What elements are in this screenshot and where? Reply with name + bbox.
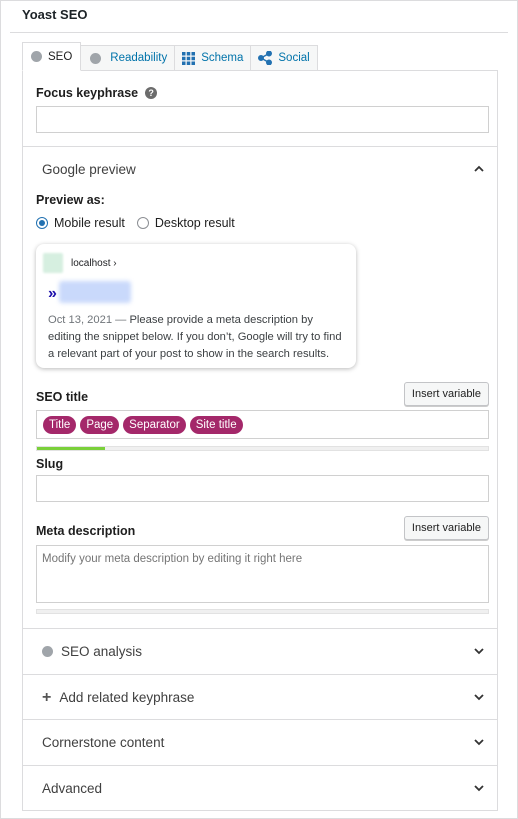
cornerstone-header[interactable]: Cornerstone content bbox=[42, 735, 164, 750]
meta-description-label: Meta description bbox=[36, 524, 136, 538]
snippet-text: Oct 13, 2021 — Please provide a meta des… bbox=[48, 312, 348, 363]
seo-title-label: SEO title bbox=[36, 390, 89, 404]
meta-description-insert-variable-button[interactable]: Insert variable bbox=[403, 516, 489, 540]
variable-pill-separator[interactable]: Separator bbox=[123, 416, 186, 434]
slug-label: Slug bbox=[36, 457, 64, 471]
tab-seo-label: SEO bbox=[48, 50, 73, 63]
tab-seo[interactable]: SEO bbox=[22, 42, 82, 71]
cornerstone-label: Cornerstone content bbox=[42, 735, 165, 750]
tab-readability[interactable]: Readability bbox=[80, 45, 176, 71]
gray-dot-icon bbox=[90, 52, 102, 64]
desktop-result-label: Desktop result bbox=[154, 216, 235, 230]
tab-social-label: Social bbox=[278, 52, 310, 64]
variable-pill-page[interactable]: Page bbox=[80, 416, 120, 434]
tab-bar: SEO Readability Schema Social bbox=[22, 42, 318, 71]
seo-title-insert-variable-button[interactable]: Insert variable bbox=[403, 382, 489, 406]
divider bbox=[23, 719, 497, 720]
seo-title-progress-fill bbox=[37, 447, 105, 450]
divider bbox=[23, 765, 497, 766]
mobile-result-label: Mobile result bbox=[54, 216, 125, 230]
snippet-arrow: » bbox=[48, 285, 57, 302]
snippet-dash: — bbox=[115, 314, 127, 326]
share-icon bbox=[258, 51, 273, 65]
metabox-title: Yoast SEO bbox=[22, 7, 88, 22]
meta-description-progress-track bbox=[36, 609, 489, 614]
seo-analysis-label: SEO analysis bbox=[61, 644, 143, 659]
seo-analysis-header[interactable]: SEO analysis bbox=[42, 644, 142, 659]
meta-description-input[interactable] bbox=[36, 545, 489, 603]
mobile-snippet-preview[interactable]: localhost › » Oct 13, 2021 — Please prov… bbox=[36, 244, 356, 368]
snippet-url: localhost › bbox=[71, 258, 117, 269]
snippet-date: Oct 13, 2021 bbox=[48, 314, 113, 326]
preview-as-label: Preview as: bbox=[36, 193, 105, 207]
chevron-down-icon[interactable] bbox=[472, 690, 486, 704]
advanced-label: Advanced bbox=[42, 781, 103, 796]
variable-pill-title[interactable]: Title bbox=[43, 416, 77, 434]
tab-social[interactable]: Social bbox=[250, 45, 318, 71]
related-keyphrase-label: Add related keyphrase bbox=[59, 690, 195, 705]
mobile-result-radio[interactable] bbox=[36, 217, 48, 229]
favicon bbox=[43, 253, 63, 273]
divider bbox=[23, 674, 497, 675]
divider bbox=[23, 146, 497, 147]
gray-dot-icon bbox=[31, 51, 42, 62]
chevron-down-icon[interactable] bbox=[472, 735, 486, 749]
preview-mode-group: Mobile result Desktop result bbox=[36, 216, 235, 230]
tab-schema-label: Schema bbox=[201, 52, 244, 64]
variable-pill-site-title[interactable]: Site title bbox=[189, 416, 243, 434]
plus-icon: + bbox=[42, 688, 52, 706]
google-preview-header[interactable]: Google preview bbox=[42, 162, 136, 177]
chevron-up-icon[interactable] bbox=[472, 162, 486, 176]
divider bbox=[10, 32, 508, 33]
seo-title-editor[interactable]: Title Page Separator Site title bbox=[36, 410, 489, 439]
focus-keyphrase-row: Focus keyphrase ? bbox=[36, 86, 158, 100]
related-keyphrase-header[interactable]: + Add related keyphrase bbox=[42, 688, 195, 706]
focus-keyphrase-input[interactable] bbox=[36, 106, 489, 133]
chevron-down-icon[interactable] bbox=[472, 644, 486, 658]
tab-schema[interactable]: Schema bbox=[174, 45, 252, 71]
gray-dot-icon bbox=[42, 646, 53, 657]
chevron-down-icon[interactable] bbox=[472, 781, 486, 795]
tab-readability-label: Readability bbox=[110, 52, 168, 64]
question-icon[interactable]: ? bbox=[145, 87, 158, 99]
focus-keyphrase-label: Focus keyphrase bbox=[36, 86, 139, 100]
desktop-result-radio[interactable] bbox=[136, 217, 149, 229]
grid-icon bbox=[182, 51, 196, 65]
google-preview-heading: Google preview bbox=[42, 162, 136, 177]
divider bbox=[23, 628, 497, 629]
advanced-header[interactable]: Advanced bbox=[42, 781, 102, 796]
slug-input[interactable] bbox=[36, 475, 489, 502]
seo-title-progress-track bbox=[36, 446, 489, 451]
snippet-title bbox=[59, 281, 131, 303]
